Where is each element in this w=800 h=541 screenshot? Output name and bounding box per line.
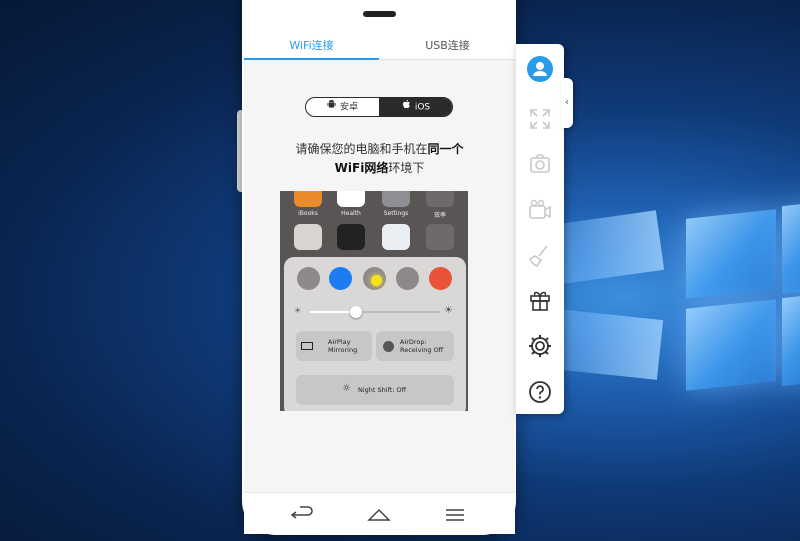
airplay-card: AirPlay Mirroring (296, 331, 372, 361)
settings-button[interactable] (527, 333, 553, 359)
chevron-left-icon: ‹ (565, 97, 569, 108)
side-toolbar (516, 44, 564, 414)
night-shift-label: Night Shift: Off (358, 386, 407, 394)
instruction-line2-bold: WiFi网络 (334, 161, 389, 175)
airdrop-label-line2: Receiving Off (400, 346, 444, 354)
ios-option[interactable]: iOS (379, 98, 452, 116)
cleanup-button[interactable] (527, 242, 553, 268)
tab-usb[interactable]: USB连接 (380, 32, 515, 60)
airdrop-card: AirDrop: Receiving Off (376, 331, 454, 361)
airdrop-icon (383, 341, 394, 352)
ibooks-app-icon (294, 191, 322, 207)
airplay-label-line2: Mirroring (328, 346, 358, 354)
screenshot-button[interactable] (527, 151, 553, 177)
tab-wifi[interactable]: WiFi连接 (244, 32, 379, 60)
app-label-folder: 效率 (433, 212, 446, 219)
platform-switch: 安卓 iOS (305, 97, 453, 117)
night-shift-card: ☼ Night Shift: Off (296, 375, 454, 405)
maps-app-icon (382, 224, 410, 250)
user-icon (527, 56, 553, 82)
screenshot-icon (530, 154, 550, 173)
airdrop-label-line1: AirDrop: (400, 338, 427, 346)
settings-icon (529, 335, 551, 357)
airplane-mode-icon (297, 267, 320, 290)
ios-label: iOS (414, 102, 431, 113)
settings-app-icon (382, 191, 410, 207)
phone-speaker (363, 11, 396, 17)
rotation-lock-icon (429, 267, 452, 290)
instruction-line2: 环境下 (388, 161, 425, 175)
phone-screen: WiFi连接 USB连接 安卓 iOS 请确保您的电脑和手机在同一个 WiFi网… (244, 32, 515, 492)
instruction-line1: 请确保您的电脑和手机在 (295, 142, 428, 156)
control-center-panel: ☀ ☀ AirPlay Mirroring AirDrop: Receiving… (284, 257, 466, 411)
android-option[interactable]: 安卓 (306, 98, 379, 116)
health-app-icon (337, 191, 365, 207)
back-button[interactable] (288, 503, 318, 525)
windows-logo (457, 170, 800, 470)
airplay-icon (301, 342, 313, 350)
home-icon (367, 508, 391, 521)
stocks-app-icon (337, 224, 365, 250)
cleanup-icon (529, 245, 548, 267)
user-button[interactable] (527, 56, 553, 82)
brightness-high-icon: ☀ (444, 305, 453, 316)
record-button[interactable] (527, 197, 553, 223)
app-label-ibooks: iBooks (298, 210, 318, 217)
record-icon (529, 199, 551, 219)
app-label-settings: Settings (383, 210, 409, 217)
wifi-icon (329, 267, 352, 290)
app-label-health: Health (341, 210, 361, 217)
android-label: 安卓 (339, 102, 358, 113)
apple-icon (402, 98, 411, 116)
gift-icon (530, 291, 550, 311)
bluetooth-icon (363, 267, 386, 290)
home-button[interactable] (364, 503, 394, 525)
airplay-label-line1: AirPlay (328, 338, 351, 346)
android-icon (327, 98, 336, 116)
brightness-low-icon: ☀ (294, 306, 302, 315)
connection-tabs: WiFi连接 USB连接 (244, 32, 515, 60)
gift-button[interactable] (527, 287, 553, 313)
brightness-slider (310, 306, 440, 318)
phone-nav-bar (244, 492, 515, 534)
menu-icon (446, 509, 464, 521)
wallet-app-icon (294, 224, 322, 250)
folder-app-icon (426, 191, 454, 207)
connection-instruction: 请确保您的电脑和手机在同一个 WiFi网络环境下 (244, 140, 515, 178)
help-icon (529, 381, 551, 403)
night-shift-icon: ☼ (342, 383, 351, 394)
do-not-disturb-icon (396, 267, 419, 290)
ios-control-center-screenshot: iBooks Health Settings 效率 ☀ ☀ AirPlay Mi… (280, 191, 468, 411)
collapse-toolbar-button[interactable]: ‹ (561, 78, 573, 128)
folder2-app-icon (426, 224, 454, 250)
help-button[interactable] (527, 379, 553, 405)
fullscreen-button[interactable] (527, 106, 553, 132)
back-arrow-icon (290, 506, 313, 519)
menu-button[interactable] (440, 503, 470, 525)
instruction-line1-bold: 同一个 (427, 142, 464, 156)
fullscreen-icon (530, 109, 550, 129)
